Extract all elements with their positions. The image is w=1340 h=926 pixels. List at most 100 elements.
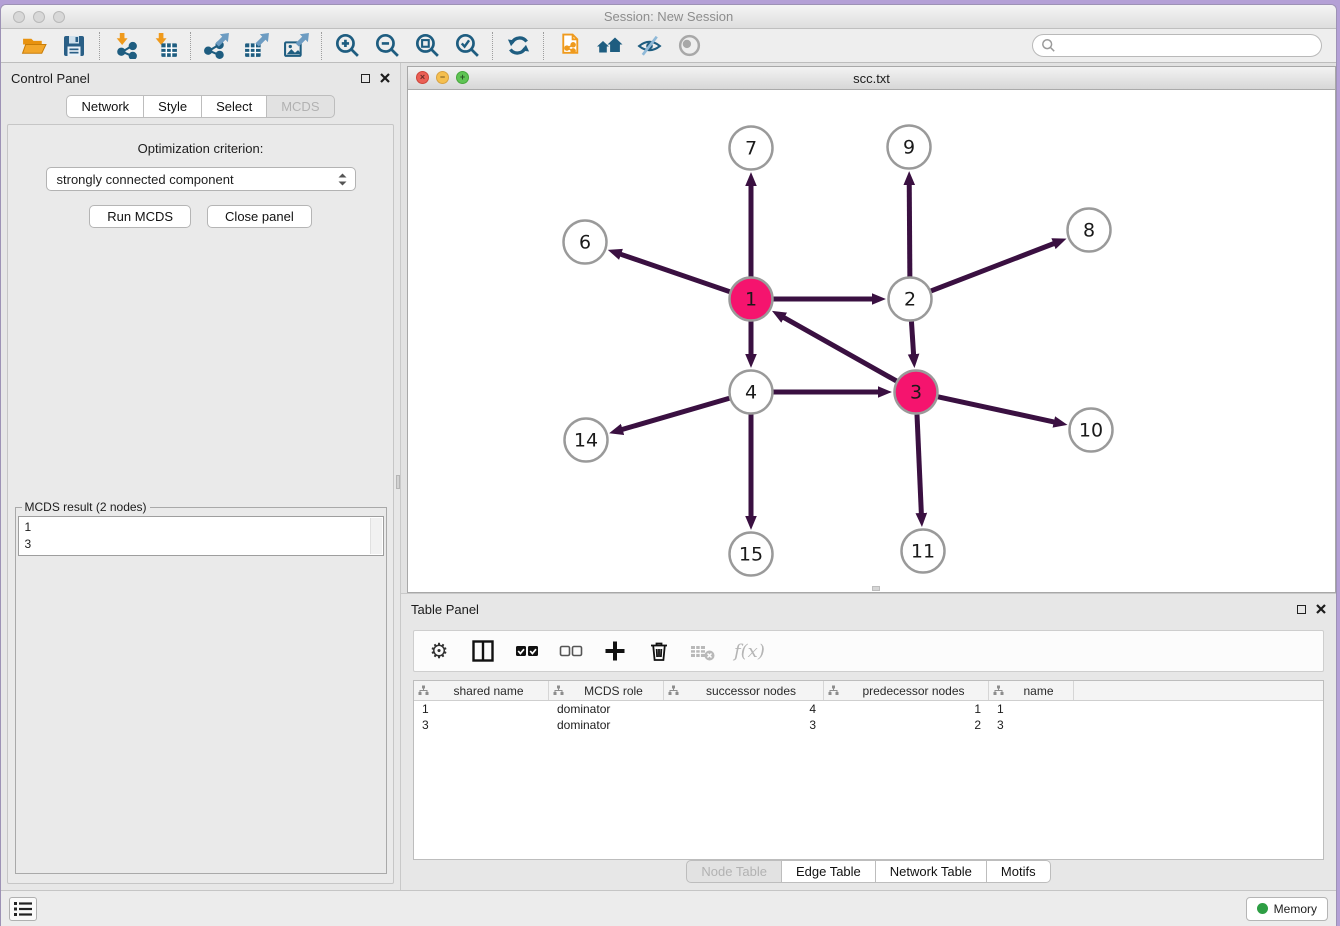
unchecked-boxes-icon: [559, 639, 583, 663]
memory-status-dot: [1257, 903, 1268, 914]
optimization-criterion-dropdown[interactable]: strongly connected component: [46, 167, 356, 191]
canvas-resize-grip[interactable]: [872, 586, 880, 591]
table-cell: 3: [414, 717, 549, 733]
memory-button[interactable]: Memory: [1246, 897, 1328, 921]
zoom-out-button[interactable]: [371, 31, 403, 61]
split-grip[interactable]: [396, 475, 400, 489]
import-network-button[interactable]: [109, 31, 141, 61]
apply-layout-button[interactable]: [502, 31, 534, 61]
tab-node-table[interactable]: Node Table: [686, 860, 782, 883]
node-label: 11: [911, 541, 935, 563]
table-header-row: shared nameMCDS rolesuccessor nodesprede…: [414, 681, 1323, 701]
network-window-titlebar[interactable]: × − + scc.txt: [408, 67, 1335, 90]
network-overview-button[interactable]: [593, 31, 625, 61]
save-icon: [61, 33, 87, 59]
column-header[interactable]: predecessor nodes: [824, 681, 989, 700]
unselect-all-columns-button[interactable]: [558, 638, 584, 664]
node-label: 4: [745, 382, 757, 404]
network-canvas[interactable]: 7968124314101511: [408, 90, 1335, 592]
tab-select[interactable]: Select: [202, 95, 267, 118]
import-network-icon: [112, 32, 139, 59]
tab-mcds[interactable]: MCDS: [267, 95, 334, 118]
search-input[interactable]: [1061, 39, 1313, 53]
export-image-button[interactable]: [280, 31, 312, 61]
optimization-criterion-label: Optimization criterion:: [138, 141, 264, 156]
node-label: 2: [904, 289, 916, 311]
delete-columns-button[interactable]: [646, 638, 672, 664]
tab-edge-table[interactable]: Edge Table: [782, 860, 876, 883]
export-table-button[interactable]: [240, 31, 272, 61]
edge-2-3[interactable]: [911, 321, 913, 354]
mcds-result-box[interactable]: 1 3: [18, 516, 384, 556]
zoom-selected-button[interactable]: [451, 31, 483, 61]
show-graphics-details-button[interactable]: [673, 31, 705, 61]
edge-3-10[interactable]: [938, 397, 1054, 422]
delete-table-button[interactable]: [690, 638, 716, 664]
zoom-fit-icon: [414, 32, 441, 59]
close-panel-icon[interactable]: [380, 73, 390, 83]
table-row[interactable]: 3dominator323: [414, 717, 1323, 733]
table-panel: Table Panel ⚙: [401, 593, 1336, 890]
node-table[interactable]: shared nameMCDS rolesuccessor nodesprede…: [413, 680, 1324, 860]
column-header[interactable]: successor nodes: [664, 681, 824, 700]
frame-close-button[interactable]: ×: [416, 71, 429, 84]
traffic-lights: [13, 11, 65, 23]
column-header[interactable]: MCDS role: [549, 681, 664, 700]
node-label: 3: [910, 382, 922, 404]
table-cell: 4: [664, 701, 824, 717]
close-table-panel-icon[interactable]: [1316, 604, 1326, 614]
table-cell: 2: [824, 717, 989, 733]
zoom-fit-button[interactable]: [411, 31, 443, 61]
node-label: 10: [1079, 420, 1103, 442]
close-panel-button[interactable]: Close panel: [207, 205, 312, 228]
edge-3-11[interactable]: [917, 414, 921, 513]
export-network-button[interactable]: [200, 31, 232, 61]
column-header[interactable]: name: [989, 681, 1074, 700]
zoom-window-button[interactable]: [53, 11, 65, 23]
checked-boxes-icon: [515, 639, 539, 663]
columns-icon: [471, 639, 495, 663]
node-label: 7: [745, 138, 757, 160]
tab-style[interactable]: Style: [144, 95, 202, 118]
column-layout-button[interactable]: [470, 638, 496, 664]
tab-network[interactable]: Network: [66, 95, 144, 118]
float-panel-icon[interactable]: [361, 74, 370, 83]
run-mcds-button[interactable]: Run MCDS: [89, 205, 191, 228]
gear-icon: ⚙: [430, 639, 449, 663]
tab-motifs[interactable]: Motifs: [987, 860, 1051, 883]
minimize-window-button[interactable]: [33, 11, 45, 23]
edge-1-6[interactable]: [620, 254, 729, 292]
node-label: 6: [579, 232, 591, 254]
network-graph[interactable]: 7968124314101511: [408, 90, 1336, 592]
zoom-out-icon: [374, 32, 401, 59]
table-settings-button[interactable]: ⚙: [426, 638, 452, 664]
save-session-button[interactable]: [58, 31, 90, 61]
hide-graphics-details-button[interactable]: [633, 31, 665, 61]
function-builder-button[interactable]: f(x): [734, 638, 765, 664]
open-session-button[interactable]: [18, 31, 50, 61]
import-table-button[interactable]: [149, 31, 181, 61]
edge-4-14[interactable]: [622, 398, 729, 429]
search-field[interactable]: [1032, 34, 1322, 57]
edge-2-8[interactable]: [931, 243, 1054, 290]
column-header[interactable]: shared name: [414, 681, 549, 700]
node-label: 9: [903, 137, 915, 159]
frame-maximize-button[interactable]: +: [456, 71, 469, 84]
frame-minimize-button[interactable]: −: [436, 71, 449, 84]
task-history-button[interactable]: [9, 897, 37, 921]
table-panel-title: Table Panel: [411, 602, 479, 617]
add-column-button[interactable]: [602, 638, 628, 664]
edge-3-1[interactable]: [784, 317, 897, 381]
select-all-columns-button[interactable]: [514, 638, 540, 664]
float-table-panel-icon[interactable]: [1297, 605, 1306, 614]
zoom-selected-icon: [454, 32, 481, 59]
import-table-icon: [152, 32, 179, 59]
edge-2-9[interactable]: [909, 184, 910, 276]
duplicate-network-button[interactable]: [553, 31, 585, 61]
tab-network-table[interactable]: Network Table: [876, 860, 987, 883]
zoom-in-button[interactable]: [331, 31, 363, 61]
result-scrollbar[interactable]: [370, 518, 382, 554]
close-window-button[interactable]: [13, 11, 25, 23]
table-row[interactable]: 1dominator411: [414, 701, 1323, 717]
table-cell: dominator: [549, 701, 664, 717]
